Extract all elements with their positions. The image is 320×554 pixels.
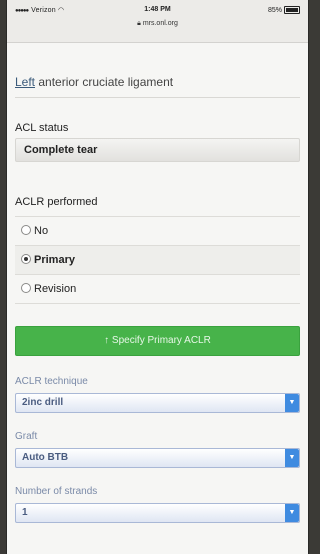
specify-primary-aclr-button[interactable]: ↑ Specify Primary ACLR (15, 326, 300, 356)
number-of-strands-value: 1 (22, 507, 28, 518)
number-of-strands-select[interactable]: 1 ▼ (15, 503, 300, 523)
page-title-rest: anterior cruciate ligament (35, 75, 174, 89)
lock-icon: 🔒︎ (137, 20, 141, 27)
radio-option-revision[interactable]: Revision (15, 275, 300, 304)
phone-screen: ●●●●● Verizon ◠ 1:48 PM 85% 🔒︎ mrs.onl.or… (7, 0, 308, 554)
radio-icon (21, 283, 31, 294)
battery-percent: 85% (267, 6, 282, 14)
graft-value: Auto BTB (22, 452, 69, 463)
battery-area: 85% (268, 6, 300, 14)
graft-select[interactable]: Auto BTB ▼ (15, 448, 300, 468)
number-of-strands-label: Number of strands (15, 486, 98, 497)
chevron-down-icon: ▼ (285, 504, 299, 522)
radio-label-revision: Revision (34, 283, 77, 295)
aclr-performed-label: ACLR performed (15, 196, 98, 208)
aclr-technique-value: 2inc drill (22, 397, 64, 408)
url-text: mrs.onl.org (142, 20, 178, 27)
radio-label-primary: Primary (34, 254, 75, 266)
chevron-down-icon: ▼ (285, 449, 299, 467)
page-title: Left anterior cruciate ligament (15, 75, 300, 98)
side-link[interactable]: Left (15, 75, 35, 89)
battery-icon (284, 6, 300, 14)
address-bar[interactable]: 🔒︎ mrs.onl.org (7, 20, 308, 28)
form-content: Left anterior cruciate ligament ACL stat… (7, 75, 308, 523)
chevron-down-icon: ▼ (285, 394, 299, 412)
aclr-performed-radio-group: No Primary Revision (15, 216, 300, 304)
aclr-technique-label: ACLR technique (15, 376, 88, 387)
radio-label-no: No (34, 225, 49, 237)
status-time: 1:48 PM (144, 6, 171, 13)
radio-icon (21, 225, 31, 236)
aclr-technique-select[interactable]: 2inc drill ▼ (15, 393, 300, 413)
acl-status-select[interactable]: Complete tear (15, 138, 300, 162)
radio-option-no[interactable]: No (15, 217, 300, 246)
radio-option-primary[interactable]: Primary (15, 246, 300, 275)
radio-selected-icon (21, 254, 31, 265)
graft-label: Graft (15, 431, 38, 442)
status-bar: ●●●●● Verizon ◠ 1:48 PM 85% 🔒︎ mrs.onl.or… (7, 0, 308, 43)
acl-status-label: ACL status (15, 122, 69, 134)
